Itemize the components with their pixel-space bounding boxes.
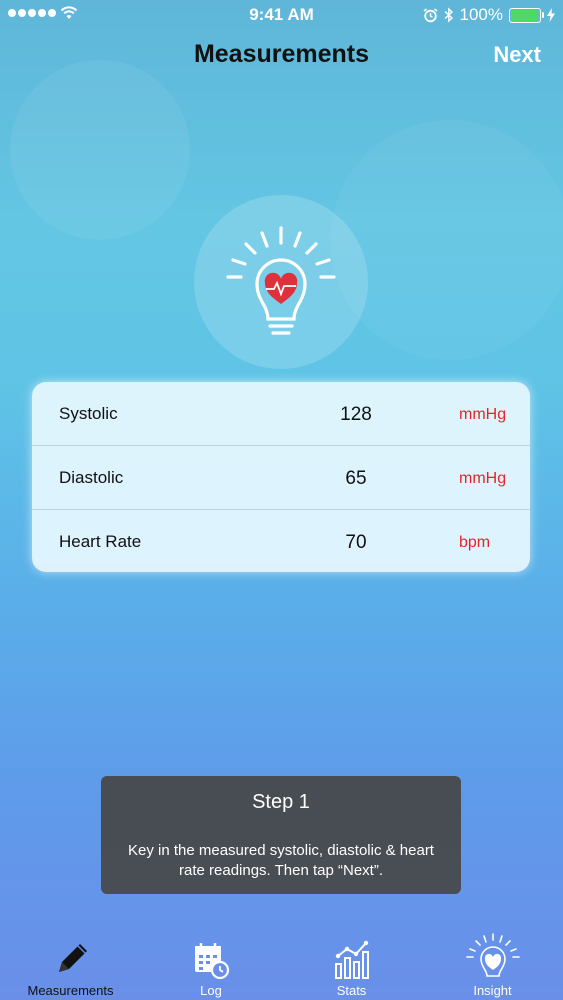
tab-stats[interactable]: Stats: [281, 930, 422, 1000]
diastolic-row: Diastolic mmHg: [32, 445, 530, 509]
tab-insight[interactable]: Insight: [422, 930, 563, 1000]
pencil-icon: [58, 944, 87, 972]
tab-log[interactable]: Log: [141, 930, 281, 1000]
tooltip-title: Step 1: [252, 791, 310, 813]
systolic-input[interactable]: [312, 404, 400, 426]
tab-label: Stats: [336, 983, 367, 998]
systolic-row: Systolic mmHg: [32, 382, 530, 445]
systolic-unit: mmHg: [459, 406, 507, 423]
next-button[interactable]: Next: [493, 42, 541, 68]
diastolic-unit: mmHg: [459, 470, 507, 487]
lightbulb-heart-icon: [226, 226, 336, 335]
background-orb: [10, 60, 190, 240]
background-orb: [330, 120, 563, 360]
step-tooltip[interactable]: Step 1 Key in the measured systolic, dia…: [101, 776, 461, 894]
diastolic-input[interactable]: [312, 468, 400, 490]
tooltip-body: Key in the measured systolic, diastolic …: [128, 842, 434, 879]
battery-icon: [509, 7, 544, 23]
charging-bolt-icon: [547, 8, 555, 22]
tab-label: Log: [200, 983, 222, 998]
heart-rate-unit: bpm: [459, 534, 491, 551]
battery-percentage: 100%: [459, 5, 503, 24]
heart-rate-label: Heart Rate: [59, 532, 142, 551]
calendar-clock-icon: [195, 943, 230, 980]
heart-rate-input[interactable]: [312, 532, 400, 554]
tab-label: Insight: [473, 983, 512, 998]
status-bar: 9:41 AM 100%: [0, 0, 563, 30]
diastolic-label: Diastolic: [59, 468, 124, 487]
page-title: Measurements: [193, 40, 370, 68]
tab-label: Measurements: [27, 983, 114, 998]
systolic-label: Systolic: [59, 404, 118, 423]
lightbulb-heart-icon: [465, 933, 520, 977]
heart-rate-row: Heart Rate bpm: [32, 509, 530, 573]
measurement-card: Systolic mmHg Diastolic mmHg Heart Rate …: [32, 382, 530, 572]
tab-bar: Measurements Log Stats Insight: [0, 930, 563, 1000]
bluetooth-icon: [444, 7, 453, 23]
bar-chart-icon: [334, 940, 369, 979]
alarm-clock-icon: [423, 7, 438, 22]
tab-measurements[interactable]: Measurements: [0, 930, 141, 1000]
